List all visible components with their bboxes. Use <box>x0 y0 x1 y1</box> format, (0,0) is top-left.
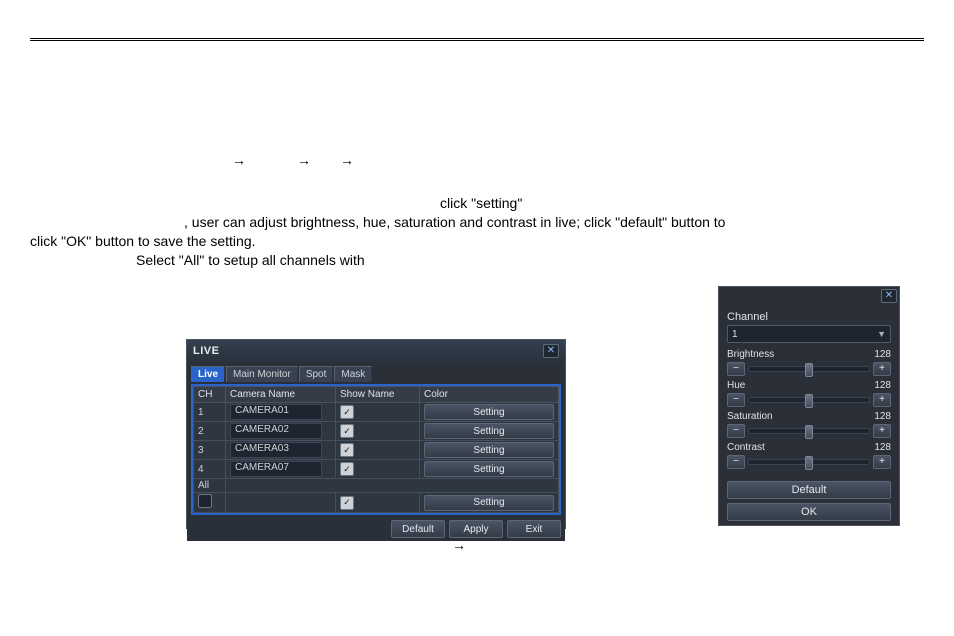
channel-label: Channel <box>727 311 891 323</box>
slider-thumb[interactable] <box>805 425 813 439</box>
slider-thumb[interactable] <box>805 394 813 408</box>
tabs: Live Main Monitor Spot Mask <box>191 366 561 382</box>
cell-ch: 1 <box>194 403 226 422</box>
table-row: 3 CAMERA03 ✓ Setting <box>194 441 559 460</box>
show-name-checkbox[interactable]: ✓ <box>340 405 354 419</box>
col-ch: CH <box>194 387 226 403</box>
breadcrumb-arrow-bottom: → <box>452 535 466 555</box>
all-checkbox[interactable] <box>198 494 212 508</box>
setting-button[interactable]: Setting <box>424 404 554 420</box>
breadcrumb-arrow-1: → <box>232 150 246 170</box>
table-row-all: All <box>194 479 559 493</box>
setting-button[interactable]: Setting <box>424 461 554 477</box>
breadcrumb-arrow-3: → <box>340 150 354 170</box>
default-button[interactable]: Default <box>391 520 445 538</box>
live-header: LIVE ✕ <box>187 340 565 362</box>
doc-line-5: Select "All" to setup all channels with <box>136 250 365 270</box>
channel-value: 1 <box>732 329 738 340</box>
show-name-checkbox[interactable]: ✓ <box>340 462 354 476</box>
tab-main-monitor[interactable]: Main Monitor <box>226 366 298 382</box>
channel-header: ✕ <box>719 287 899 305</box>
slider-label: Hue <box>727 380 745 391</box>
live-footer: Default Apply Exit <box>187 517 565 541</box>
camera-name-input[interactable]: CAMERA03 <box>230 442 322 458</box>
breadcrumb-arrow-2: → <box>297 150 311 170</box>
tab-live[interactable]: Live <box>191 366 225 382</box>
increment-button[interactable]: + <box>873 455 891 469</box>
slider-track[interactable] <box>748 397 870 403</box>
tab-spot[interactable]: Spot <box>299 366 334 382</box>
slider-label: Saturation <box>727 411 773 422</box>
decrement-button[interactable]: − <box>727 455 745 469</box>
increment-button[interactable]: + <box>873 393 891 407</box>
exit-button[interactable]: Exit <box>507 520 561 538</box>
table-row: 4 CAMERA07 ✓ Setting <box>194 460 559 479</box>
live-window: LIVE ✕ Live Main Monitor Spot Mask CH Ca… <box>186 339 566 529</box>
col-camera-name: Camera Name <box>226 387 336 403</box>
slider-value: 128 <box>874 349 891 360</box>
slider-track[interactable] <box>748 366 870 372</box>
decrement-button[interactable]: − <box>727 362 745 376</box>
cell-ch: 2 <box>194 422 226 441</box>
default-button[interactable]: Default <box>727 481 891 499</box>
slider-track[interactable] <box>748 459 870 465</box>
doc-line-4: click "OK" button to save the setting. <box>30 231 256 251</box>
slider-row-brightness: Brightness 128 − + <box>727 349 891 376</box>
live-table: CH Camera Name Show Name Color 1 CAMERA0… <box>193 386 559 513</box>
camera-name-input[interactable]: CAMERA01 <box>230 404 322 420</box>
slider-row-saturation: Saturation 128 − + <box>727 411 891 438</box>
doc-line-3: , user can adjust brightness, hue, satur… <box>184 212 924 232</box>
chevron-down-icon: ▼ <box>877 329 886 339</box>
ok-button[interactable]: OK <box>727 503 891 521</box>
show-name-checkbox[interactable]: ✓ <box>340 443 354 457</box>
live-title: LIVE <box>193 345 219 357</box>
setting-button[interactable]: Setting <box>424 423 554 439</box>
top-horizontal-rule <box>30 38 924 41</box>
setting-button[interactable]: Setting <box>424 442 554 458</box>
slider-value: 128 <box>874 411 891 422</box>
slider-thumb[interactable] <box>805 456 813 470</box>
doc-line-2a: click "setting" <box>440 193 522 213</box>
channel-panel: ✕ Channel 1 ▼ Brightness 128 − + Hue 128 −… <box>718 286 900 526</box>
slider-label: Brightness <box>727 349 774 360</box>
increment-button[interactable]: + <box>873 362 891 376</box>
slider-thumb[interactable] <box>805 363 813 377</box>
cell-all: All <box>194 479 226 493</box>
table-row-all-controls: ✓ Setting <box>194 493 559 513</box>
slider-value: 128 <box>874 380 891 391</box>
channel-body: Channel 1 ▼ Brightness 128 − + Hue 128 − +… <box>719 305 899 477</box>
decrement-button[interactable]: − <box>727 424 745 438</box>
all-setting-button[interactable]: Setting <box>424 495 554 511</box>
col-show-name: Show Name <box>336 387 420 403</box>
all-show-name-checkbox[interactable]: ✓ <box>340 496 354 510</box>
slider-row-contrast: Contrast 128 − + <box>727 442 891 469</box>
col-color: Color <box>420 387 559 403</box>
slider-label: Contrast <box>727 442 765 453</box>
cell-ch: 4 <box>194 460 226 479</box>
slider-value: 128 <box>874 442 891 453</box>
channel-footer: Default OK <box>719 477 899 527</box>
close-icon[interactable]: ✕ <box>543 344 559 358</box>
table-row: 2 CAMERA02 ✓ Setting <box>194 422 559 441</box>
slider-row-hue: Hue 128 − + <box>727 380 891 407</box>
close-icon[interactable]: ✕ <box>881 289 897 303</box>
camera-name-input[interactable]: CAMERA07 <box>230 461 322 477</box>
slider-track[interactable] <box>748 428 870 434</box>
cell-ch: 3 <box>194 441 226 460</box>
increment-button[interactable]: + <box>873 424 891 438</box>
tab-mask[interactable]: Mask <box>334 366 372 382</box>
live-inner: CH Camera Name Show Name Color 1 CAMERA0… <box>191 384 561 515</box>
show-name-checkbox[interactable]: ✓ <box>340 424 354 438</box>
decrement-button[interactable]: − <box>727 393 745 407</box>
channel-select[interactable]: 1 ▼ <box>727 325 891 343</box>
table-row: 1 CAMERA01 ✓ Setting <box>194 403 559 422</box>
camera-name-input[interactable]: CAMERA02 <box>230 423 322 439</box>
